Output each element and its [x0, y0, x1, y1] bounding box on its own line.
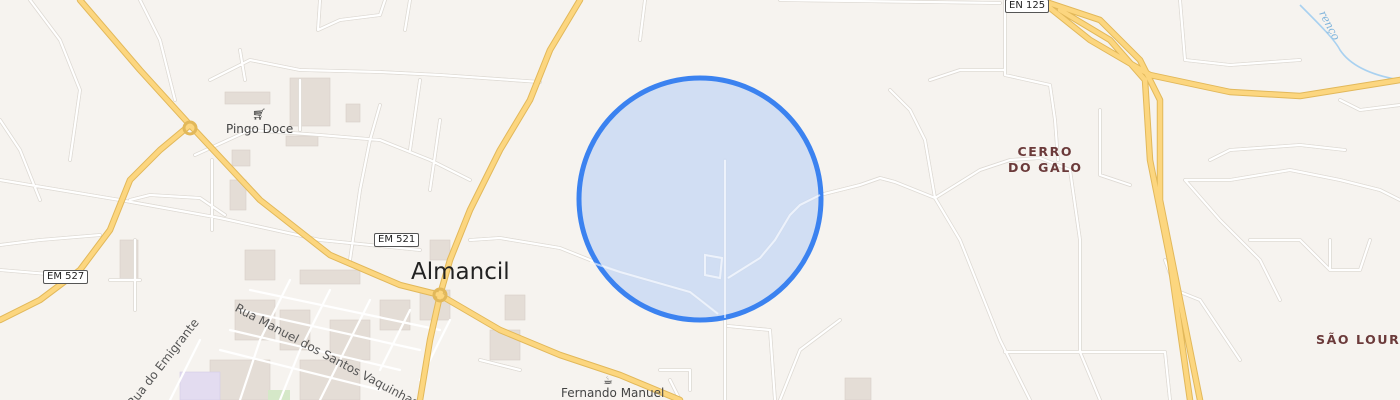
road-shield-em521: EM 521	[374, 233, 420, 247]
stream	[1299, 4, 1400, 81]
poi-label-fernando-manuel[interactable]: Fernando Manuel	[561, 386, 664, 400]
district-label-cerro-do-galo: CERRO DO GALO	[1008, 144, 1083, 175]
shopping-cart-icon[interactable]: 🛒︎	[252, 109, 266, 120]
location-accuracy-circle	[576, 75, 824, 323]
restaurant-icon[interactable]: ☕︎	[603, 375, 613, 386]
map-roads-layer	[0, 0, 1400, 400]
poi-label-pingo-doce[interactable]: Pingo Doce	[226, 122, 293, 136]
map-canvas[interactable]: Almancil CERRO DO GALO SÃO LOURE 🛒︎ Ping…	[0, 0, 1400, 400]
road-shield-en125: EN 125	[1005, 0, 1050, 13]
town-label-almancil: Almancil	[411, 259, 510, 285]
district-label-sao-lourenco: SÃO LOURE	[1316, 332, 1400, 347]
road-shield-em527: EM 527	[43, 270, 89, 284]
